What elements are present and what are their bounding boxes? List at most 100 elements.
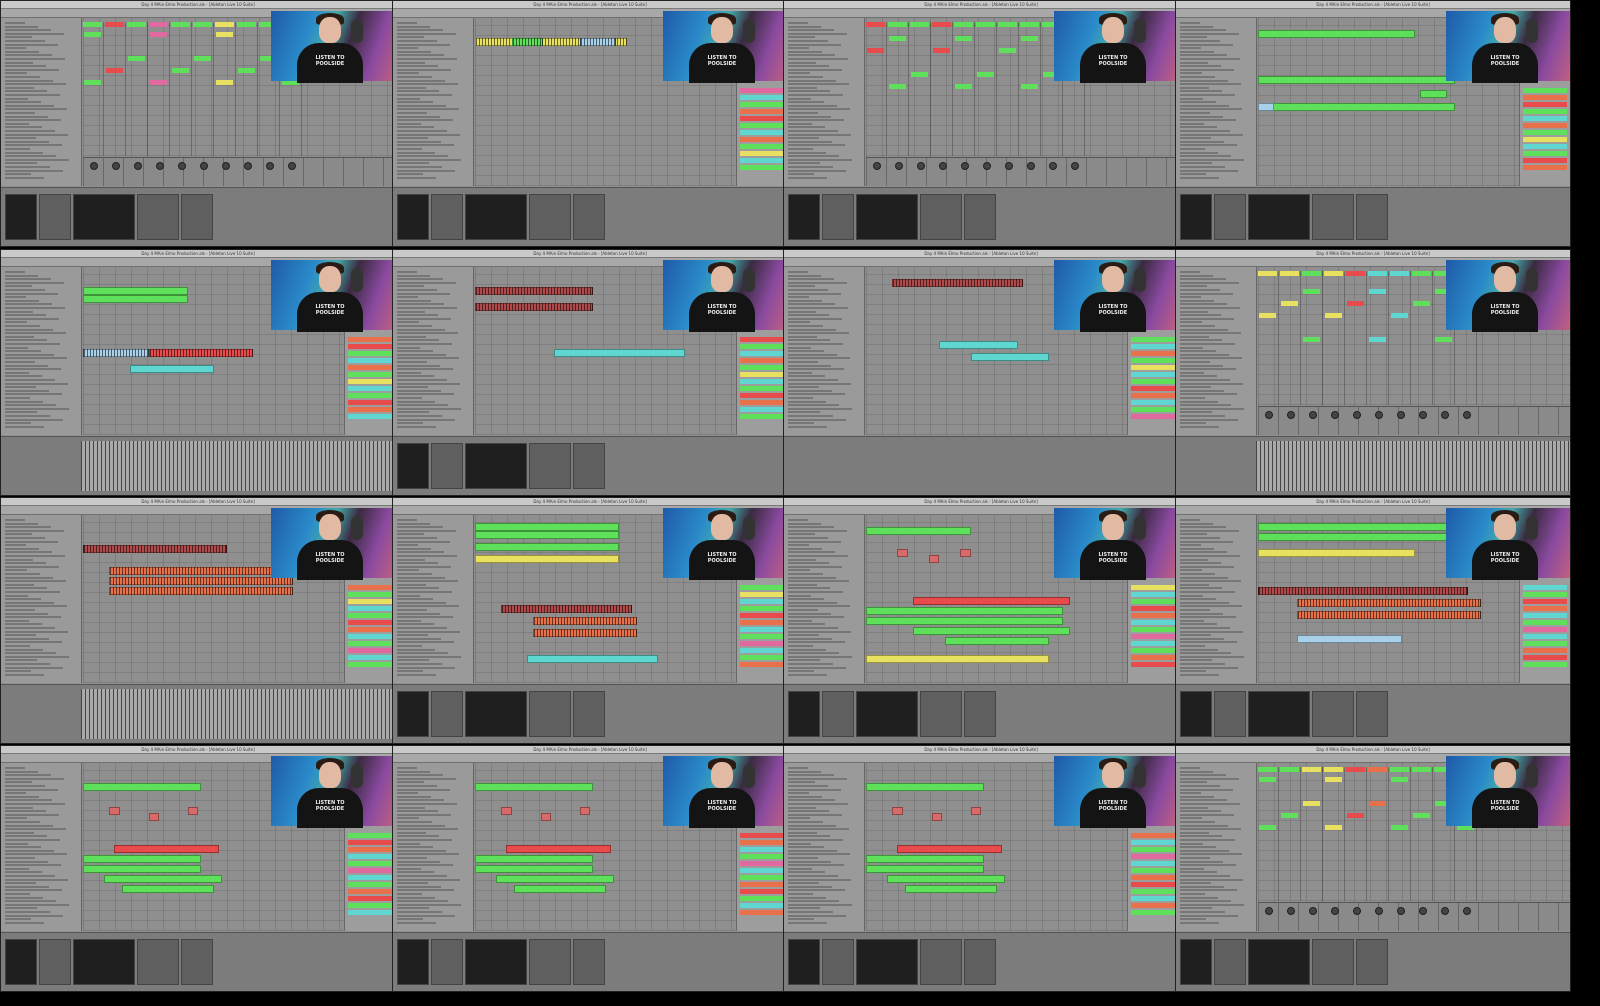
browser-item[interactable] [5, 86, 34, 89]
browser-item[interactable] [1180, 882, 1211, 885]
audio-clip[interactable] [475, 865, 593, 873]
device-box[interactable] [397, 691, 429, 737]
browser-item[interactable] [788, 407, 852, 410]
browser-item[interactable] [397, 799, 444, 802]
device-box[interactable] [573, 691, 605, 737]
browser-item[interactable] [1180, 418, 1238, 421]
browser-item[interactable] [1180, 47, 1201, 50]
audio-clip[interactable] [83, 545, 228, 553]
browser-item[interactable] [788, 397, 813, 399]
browser-item[interactable] [397, 22, 417, 24]
pan-knob[interactable] [1441, 907, 1449, 915]
audio-clip[interactable] [866, 855, 984, 863]
browser-item[interactable] [397, 645, 422, 647]
audio-clip[interactable] [1297, 635, 1403, 643]
browser-item[interactable] [397, 79, 445, 82]
clip-slot[interactable] [216, 80, 233, 85]
browser-item[interactable] [397, 94, 452, 96]
browser-item[interactable] [5, 368, 61, 371]
track-header[interactable] [127, 22, 146, 27]
track-column[interactable] [910, 22, 931, 156]
browser-item[interactable] [788, 317, 842, 320]
browser-item[interactable] [788, 795, 822, 798]
track-name[interactable] [1523, 144, 1567, 149]
audio-clip[interactable] [475, 855, 593, 863]
browser-item[interactable] [397, 176, 436, 179]
audio-clip[interactable] [866, 655, 1050, 663]
browser-item[interactable] [1180, 307, 1240, 309]
browser-item[interactable] [788, 537, 828, 539]
audio-clip[interactable] [475, 531, 620, 539]
track-column[interactable] [1324, 271, 1345, 405]
browser-item[interactable] [788, 97, 811, 100]
device-box[interactable] [431, 194, 463, 240]
pan-knob[interactable] [244, 162, 252, 170]
browser-item[interactable] [397, 634, 428, 637]
device-box[interactable] [431, 691, 463, 737]
track-name[interactable] [740, 400, 784, 405]
browser-item[interactable] [5, 317, 59, 320]
track-name[interactable] [740, 613, 784, 618]
browser-item[interactable] [1180, 641, 1237, 644]
browser-item[interactable] [397, 666, 455, 669]
track-column[interactable] [83, 22, 104, 156]
browser-item[interactable] [5, 583, 34, 586]
browser-item[interactable] [397, 101, 433, 104]
device-view[interactable] [784, 187, 1178, 246]
browser-item[interactable] [397, 813, 451, 816]
browser-item[interactable] [1180, 562, 1221, 565]
track-name[interactable] [740, 903, 784, 908]
track-header[interactable] [1346, 271, 1365, 276]
browser-item[interactable] [5, 289, 45, 291]
browser-item[interactable] [1180, 544, 1201, 547]
browser-item[interactable] [5, 133, 68, 136]
track-name[interactable] [1131, 847, 1175, 852]
browser-item[interactable] [1180, 652, 1231, 655]
browser-item[interactable] [5, 911, 50, 913]
browser-item[interactable] [397, 375, 434, 378]
browser-item[interactable] [788, 878, 851, 881]
track-name[interactable] [1523, 592, 1567, 597]
clip-slot[interactable] [194, 56, 211, 61]
track-name[interactable] [740, 393, 784, 398]
browser-item[interactable] [5, 151, 43, 154]
browser-item[interactable] [397, 821, 432, 823]
browser-item[interactable] [397, 846, 433, 849]
browser-item[interactable] [397, 278, 443, 281]
track-name[interactable] [1131, 599, 1175, 604]
track-header[interactable] [1020, 22, 1039, 27]
track-column[interactable] [1302, 271, 1323, 405]
browser-item[interactable] [1180, 623, 1217, 626]
browser-item[interactable] [1180, 289, 1220, 291]
browser-item[interactable] [1180, 619, 1204, 622]
clip-slot[interactable] [1347, 813, 1364, 818]
browser-item[interactable] [1180, 271, 1200, 273]
track-name[interactable] [1131, 386, 1175, 391]
browser-item[interactable] [5, 389, 49, 392]
browser-item[interactable] [788, 573, 823, 575]
track-name[interactable] [740, 627, 784, 632]
audio-clip[interactable] [892, 279, 1024, 287]
browser-item[interactable] [5, 803, 65, 805]
browser-item[interactable] [788, 526, 834, 529]
browser-item[interactable] [5, 350, 41, 353]
browser-item[interactable] [5, 540, 58, 543]
track-column[interactable] [866, 22, 887, 156]
browser-item[interactable] [397, 558, 425, 561]
browser-item[interactable] [788, 799, 835, 802]
browser-item[interactable] [397, 72, 419, 75]
browser-item[interactable] [5, 94, 60, 96]
browser-item[interactable] [788, 810, 829, 813]
track-name[interactable] [740, 833, 784, 838]
track-name[interactable] [1131, 875, 1175, 880]
browser-panel[interactable] [1, 18, 82, 186]
clip-slot[interactable] [1021, 84, 1038, 89]
clip-slot[interactable] [1391, 777, 1408, 782]
browser-item[interactable] [1180, 673, 1219, 676]
browser-item[interactable] [397, 314, 438, 317]
browser-item[interactable] [1180, 529, 1239, 532]
device-box[interactable] [856, 939, 918, 985]
track-name[interactable] [1523, 641, 1567, 646]
browser-item[interactable] [1180, 853, 1242, 856]
browser-item[interactable] [788, 907, 820, 910]
